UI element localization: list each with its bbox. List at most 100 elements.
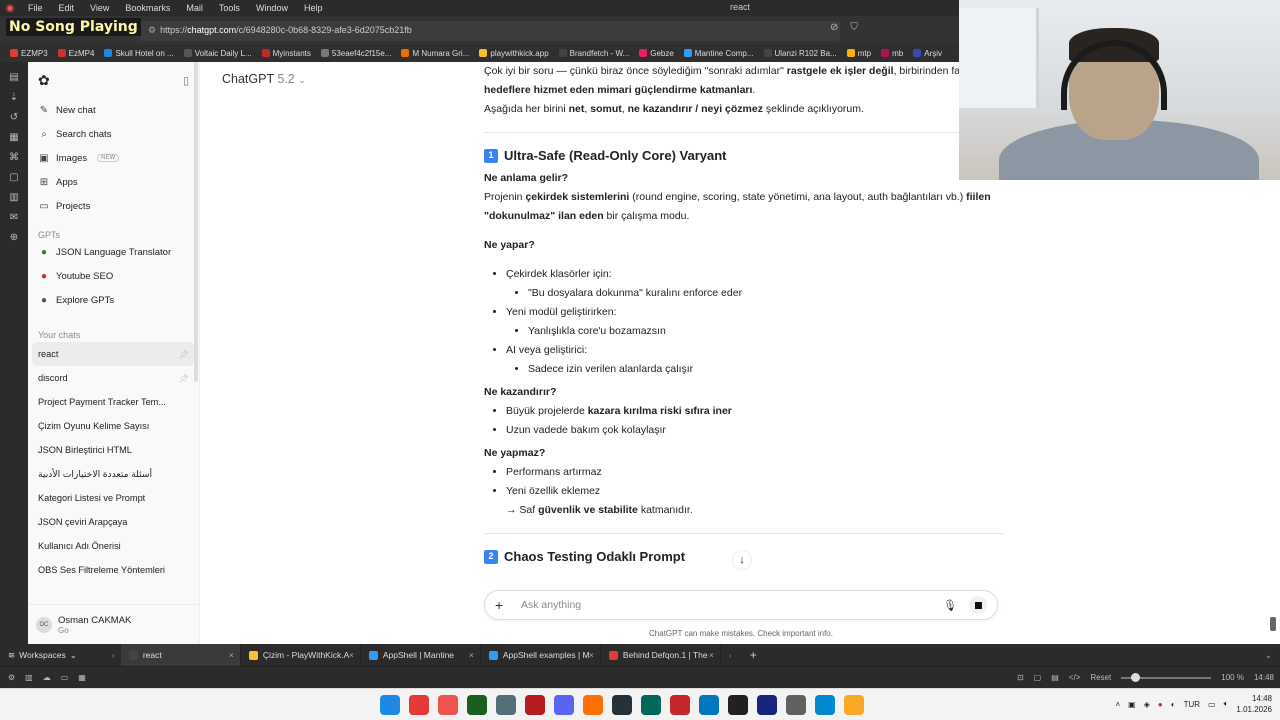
composer-input[interactable]: Ask anything xyxy=(515,599,943,611)
notes-panel-icon[interactable]: ▦ xyxy=(9,132,18,143)
site-info-icon[interactable]: ⚙ xyxy=(148,25,156,37)
workspaces-button[interactable]: ≋ Workspaces ⌄ xyxy=(0,650,112,661)
microphone-icon[interactable]: 🎙︎ xyxy=(943,599,957,612)
settings-icon[interactable] xyxy=(786,695,806,715)
stop-button[interactable] xyxy=(969,596,987,614)
url-field[interactable]: ⚙ https://chatgpt.com/c/6948280c-0b68-83… xyxy=(140,21,840,41)
steam-icon[interactable] xyxy=(757,695,777,715)
chevron-left-icon[interactable]: ‹ xyxy=(112,650,115,660)
chat-item[interactable]: JSON Birleştirici HTML xyxy=(28,438,199,462)
gpt-item[interactable]: ● Youtube SEO xyxy=(28,264,199,288)
add-panel-icon[interactable]: ⊕ xyxy=(10,232,18,243)
window-panel-icon[interactable]: ▢ xyxy=(9,172,18,183)
close-tab-icon[interactable]: × xyxy=(229,650,234,660)
mail-panel-icon[interactable]: ✉ xyxy=(10,212,18,223)
capture-icon[interactable]: ▭ xyxy=(61,673,69,682)
menu-edit[interactable]: Edit xyxy=(51,3,83,13)
bookmark-item[interactable]: 53eaef4c2f15e... xyxy=(320,49,391,58)
reader-icon[interactable]: ▤ xyxy=(1051,673,1059,682)
user-menu[interactable]: OC Osman CAKMAK Go xyxy=(28,604,200,644)
illustrator-icon[interactable] xyxy=(583,695,603,715)
sidebar-item-apps[interactable]: ⊞ Apps xyxy=(28,170,199,194)
explorer-icon[interactable] xyxy=(844,695,864,715)
bookmark-item[interactable]: Myinstants xyxy=(261,49,311,58)
bookmark-item[interactable]: Arşiv xyxy=(913,49,942,58)
gpt-item[interactable]: ● JSON Language Translator xyxy=(28,240,199,264)
zoom-reset-button[interactable]: Reset xyxy=(1090,673,1111,682)
tray-app-icon[interactable]: ▣ xyxy=(1128,700,1136,709)
chat-item[interactable]: discord 📌︎ xyxy=(28,366,199,390)
sync-icon[interactable]: ☁ xyxy=(43,673,51,682)
translate-panel-icon[interactable]: ⌘ xyxy=(9,152,19,163)
block-icon[interactable]: ⊘ xyxy=(830,22,838,33)
chat-item[interactable]: Kategori Listesi ve Prompt xyxy=(28,486,199,510)
downloads-panel-icon[interactable]: ⇣ xyxy=(10,92,18,103)
vscode-icon[interactable] xyxy=(699,695,719,715)
chevron-up-icon[interactable]: ˄ xyxy=(1116,700,1121,709)
menu-mail[interactable]: Mail xyxy=(178,3,211,13)
composer[interactable]: + Ask anything 🎙︎ xyxy=(484,590,998,620)
history-panel-icon[interactable]: ↺ xyxy=(10,112,18,123)
chat-item[interactable]: JSON çeviri Arapçaya xyxy=(28,510,199,534)
openai-logo-icon[interactable]: ✿ xyxy=(38,72,50,89)
bookmark-item[interactable]: Skull Hotel on ... xyxy=(104,49,174,58)
scroll-to-bottom-button[interactable]: ↓ xyxy=(732,550,752,570)
new-tab-button[interactable]: + xyxy=(740,648,767,662)
tray-app-icon[interactable]: ◐ xyxy=(1171,700,1176,709)
vivaldi-icon[interactable] xyxy=(438,695,458,715)
menu-help[interactable]: Help xyxy=(296,3,331,13)
browser-tab[interactable]: Çizim - PlayWithKick.A × xyxy=(241,644,361,666)
sidebar-item-projects[interactable]: ▭ Projects xyxy=(28,194,199,218)
sidebar-item-search-chats[interactable]: ⌕ Search chats xyxy=(28,122,199,146)
zoom-knob[interactable] xyxy=(1131,672,1141,682)
chat-item[interactable]: Çizim Oyunu Kelime Sayısı xyxy=(28,414,199,438)
tray-app-icon[interactable]: ◈ xyxy=(1144,700,1150,709)
bookmark-item[interactable]: Mantine Comp... xyxy=(683,49,754,58)
record-icon[interactable] xyxy=(670,695,690,715)
add-attachment-button[interactable]: + xyxy=(495,597,515,613)
chevron-right-icon[interactable]: › xyxy=(721,650,740,660)
bookmark-item[interactable]: playwithkick.app xyxy=(479,49,549,58)
calendar-icon[interactable]: ▦ xyxy=(78,673,86,682)
menu-file[interactable]: File xyxy=(20,3,51,13)
close-tab-icon[interactable]: × xyxy=(589,650,594,660)
browser-tab[interactable]: Behind Defqon.1 | The × xyxy=(601,644,721,666)
sidebar-item-images[interactable]: ▣ Images NEW xyxy=(28,146,199,170)
reader-panel-icon[interactable]: ▥ xyxy=(9,192,18,203)
monitor-icon[interactable] xyxy=(641,695,661,715)
bookmark-item[interactable]: EZMP3 xyxy=(10,49,48,58)
browser-tab[interactable]: AppShell examples | M × xyxy=(481,644,601,666)
tiling-icon[interactable]: ▥ xyxy=(25,673,33,682)
sidebar-scrollbar[interactable] xyxy=(194,62,198,382)
bookmark-item[interactable]: EzMP4 xyxy=(57,49,94,58)
menu-bookmarks[interactable]: Bookmarks xyxy=(117,3,178,13)
network-icon[interactable]: ▭ xyxy=(1208,700,1216,709)
terminal-icon[interactable] xyxy=(467,695,487,715)
bookmark-item[interactable]: mtp xyxy=(846,49,871,58)
tab-menu-icon[interactable]: ⌄ xyxy=(1265,650,1272,661)
browser-tab[interactable]: react × xyxy=(120,644,241,666)
bookmark-item[interactable]: Voltaic Daily L... xyxy=(183,49,252,58)
menu-tools[interactable]: Tools xyxy=(211,3,248,13)
chat-item[interactable]: Kullanıcı Adı Önerisi xyxy=(28,534,199,558)
page-actions-icon[interactable]: </> xyxy=(1069,673,1081,682)
bookmark-item[interactable]: M Numara Gri... xyxy=(401,49,469,58)
figma-icon[interactable] xyxy=(612,695,632,715)
bookmark-item[interactable]: Ulanzi R102 Ba... xyxy=(763,49,837,58)
taskbar-clock[interactable]: 14:48 1.01.2026 xyxy=(1236,693,1272,715)
tile-icon[interactable]: ▢ xyxy=(1034,673,1042,682)
bookmark-item[interactable]: mb xyxy=(881,49,903,58)
main-scrollbar[interactable] xyxy=(1270,617,1276,631)
close-tab-icon[interactable]: × xyxy=(469,650,474,660)
bookmark-item[interactable]: Gebze xyxy=(639,49,674,58)
chat-item[interactable]: OBS Ses Filtreleme Yöntemleri xyxy=(28,558,199,582)
browser-tab[interactable]: AppShell | Mantine × xyxy=(361,644,481,666)
close-tab-icon[interactable]: × xyxy=(349,650,354,660)
menu-view[interactable]: View xyxy=(82,3,117,13)
filezilla-icon[interactable] xyxy=(525,695,545,715)
panel-toggle-icon[interactable]: ⚙ xyxy=(8,673,15,682)
bookmarks-panel-icon[interactable]: ▤ xyxy=(9,72,18,83)
chat-item[interactable]: Project Payment Tracker Tem... xyxy=(28,390,199,414)
discord-icon[interactable] xyxy=(554,695,574,715)
vivaldi-logo-icon[interactable]: ◉ xyxy=(0,3,20,14)
